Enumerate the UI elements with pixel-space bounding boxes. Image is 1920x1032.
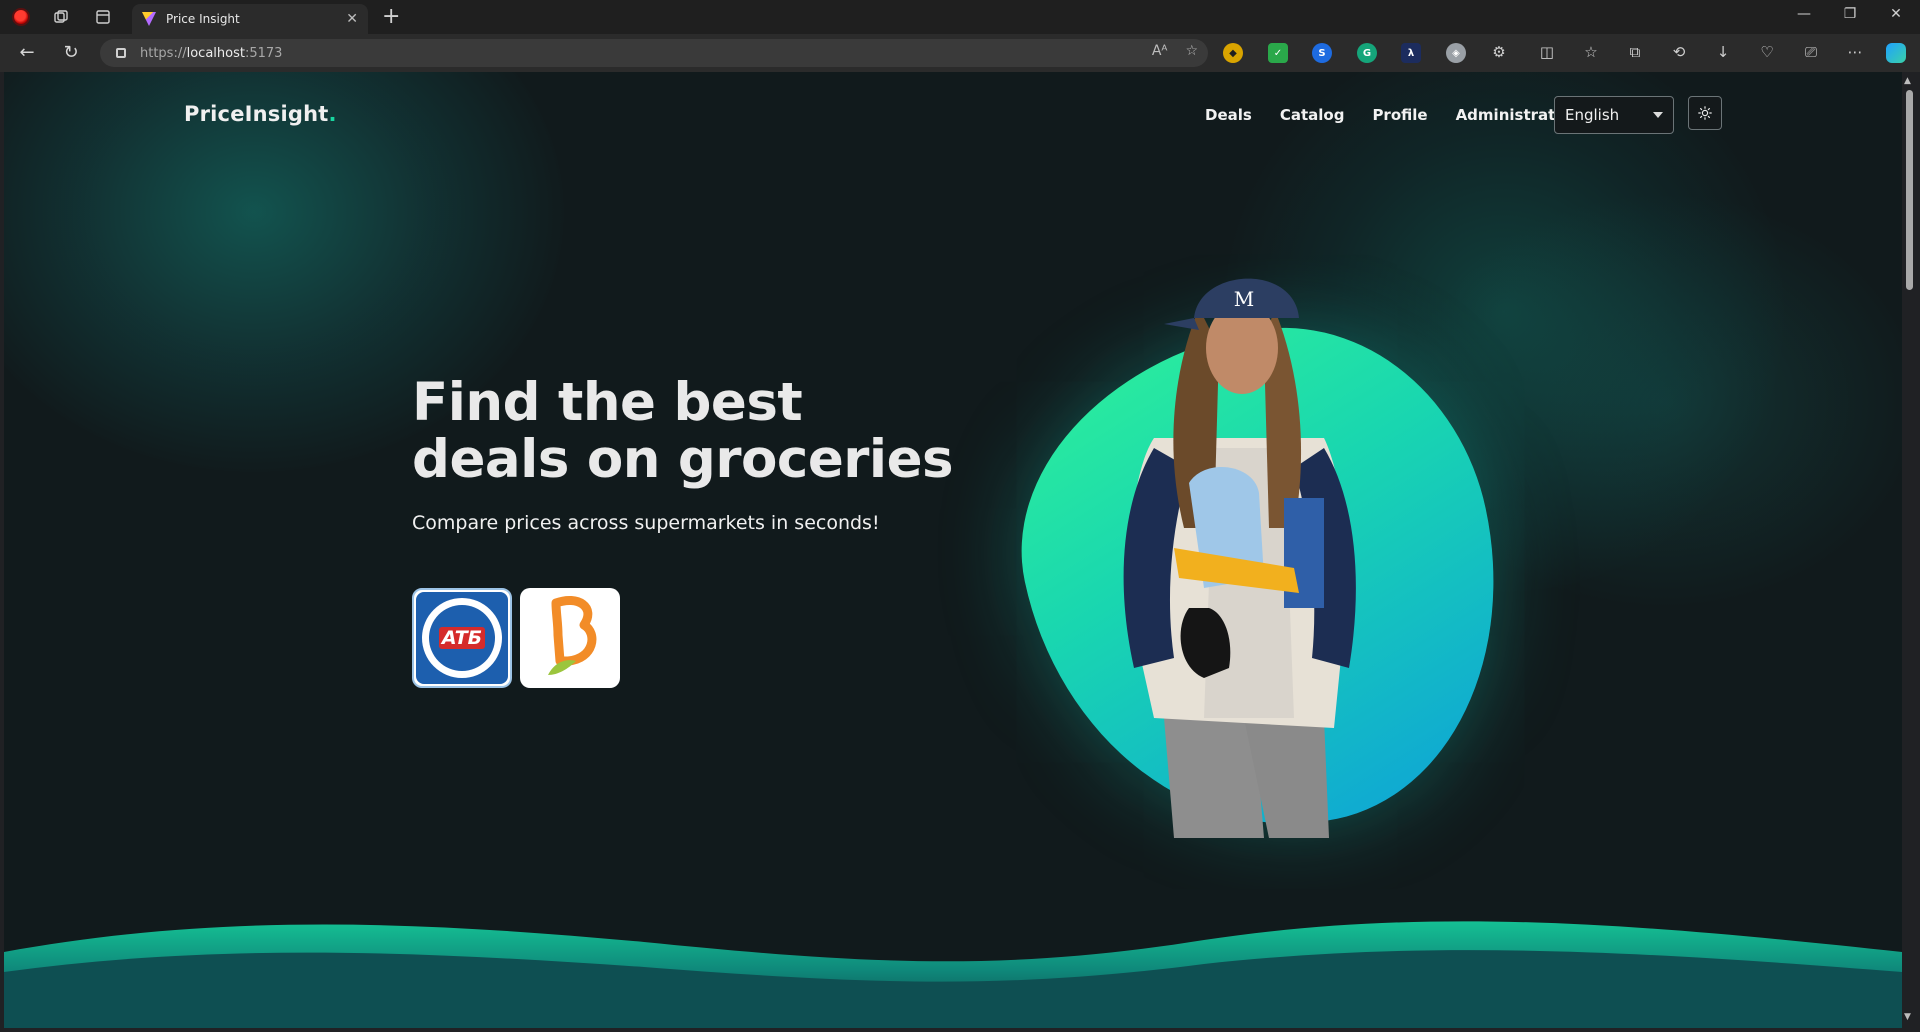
theme-toggle-button[interactable] [1688, 96, 1722, 130]
store-logo-atb[interactable]: ATБ [412, 588, 512, 688]
close-window-button[interactable]: ✕ [1876, 6, 1916, 22]
extension-5-icon[interactable]: λ [1401, 43, 1421, 63]
downloads-icon[interactable]: ↓ [1712, 43, 1734, 61]
restore-button[interactable]: ❐ [1830, 6, 1870, 22]
hero-person-image: M [1123, 278, 1356, 838]
vertical-tabs-icon[interactable] [92, 6, 114, 28]
more-options-icon[interactable]: ⋯ [1844, 43, 1866, 61]
extension-1-icon[interactable]: ◆ [1223, 43, 1243, 63]
chevron-down-icon [1653, 112, 1663, 118]
hero-title: Find the best deals on groceries [412, 372, 954, 490]
scrollbar-thumb[interactable] [1906, 90, 1913, 290]
workspaces-icon[interactable] [50, 6, 72, 28]
minimize-button[interactable]: — [1784, 6, 1824, 22]
logo-dot: . [328, 102, 337, 126]
favorites-icon[interactable]: ☆ [1580, 43, 1602, 61]
hero-title-line1: Find the best [412, 372, 803, 433]
copilot-icon[interactable] [1886, 43, 1906, 63]
url-host: localhost [186, 45, 245, 61]
hero-title-line2: deals on groceries [412, 429, 954, 490]
browser-toolbar: ← ↻ https:// localhost :5173 Aᴬ ☆ ◆ ✓ S … [0, 34, 1920, 72]
language-selected: English [1565, 106, 1620, 124]
sun-icon [1698, 106, 1712, 120]
silpo-logo-icon [548, 595, 597, 675]
collections-icon[interactable]: ⧉ [1624, 43, 1646, 61]
screenshot-icon[interactable]: ⎚ [1800, 43, 1822, 61]
nav-deals[interactable]: Deals [1205, 106, 1252, 124]
tab-close-icon[interactable]: ✕ [346, 11, 358, 27]
extensions-puzzle-icon[interactable]: ⚙ [1488, 43, 1510, 61]
scroll-down-icon[interactable]: ▼ [1904, 1012, 1911, 1022]
favorite-star-icon[interactable]: ☆ [1185, 43, 1198, 59]
svg-text:M: M [1234, 287, 1254, 311]
performance-icon[interactable]: ♡ [1756, 43, 1778, 61]
lock-icon [116, 48, 126, 58]
url-protocol: https:// [140, 45, 187, 61]
store-logo-silpo[interactable] [520, 588, 620, 688]
address-bar[interactable]: https:// localhost :5173 Aᴬ ☆ [100, 39, 1208, 67]
reload-icon[interactable]: ↻ [58, 42, 84, 63]
main-nav: Deals Catalog Profile Administration [1205, 106, 1581, 124]
extension-3-icon[interactable]: S [1312, 43, 1332, 63]
page-viewport: PriceInsight. Deals Catalog Profile Admi… [4, 72, 1902, 1028]
read-aloud-icon[interactable]: Aᴬ [1152, 43, 1168, 59]
language-select[interactable]: English [1554, 96, 1674, 134]
profile-avatar-icon[interactable] [10, 6, 32, 28]
back-icon[interactable]: ← [14, 42, 40, 63]
logo-text: PriceInsight [184, 102, 329, 126]
new-tab-button[interactable]: + [382, 5, 400, 29]
nav-catalog[interactable]: Catalog [1280, 106, 1345, 124]
hero-subtitle: Compare prices across supermarkets in se… [412, 512, 880, 534]
scroll-up-icon[interactable]: ▲ [1904, 76, 1911, 86]
url-port: :5173 [244, 45, 283, 61]
history-icon[interactable]: ⟲ [1668, 43, 1690, 61]
browser-titlebar: Price Insight ✕ + — ❐ ✕ [0, 0, 1920, 34]
page-scrollbar[interactable]: ▲ ▼ [1902, 72, 1916, 1028]
tab-title: Price Insight [166, 12, 240, 26]
adblock-shield-icon[interactable]: ✓ [1268, 43, 1288, 63]
footer-wave [4, 921, 1902, 1028]
site-logo[interactable]: PriceInsight. [184, 102, 337, 126]
atb-logo-text: ATБ [438, 627, 486, 649]
privacy-shield-icon[interactable]: ◈ [1446, 43, 1466, 63]
nav-profile[interactable]: Profile [1372, 106, 1427, 124]
active-tab[interactable]: Price Insight ✕ [132, 4, 368, 34]
split-screen-icon[interactable]: ◫ [1536, 43, 1558, 61]
vite-favicon-icon [142, 12, 156, 26]
grammarly-icon[interactable]: G [1357, 43, 1377, 63]
